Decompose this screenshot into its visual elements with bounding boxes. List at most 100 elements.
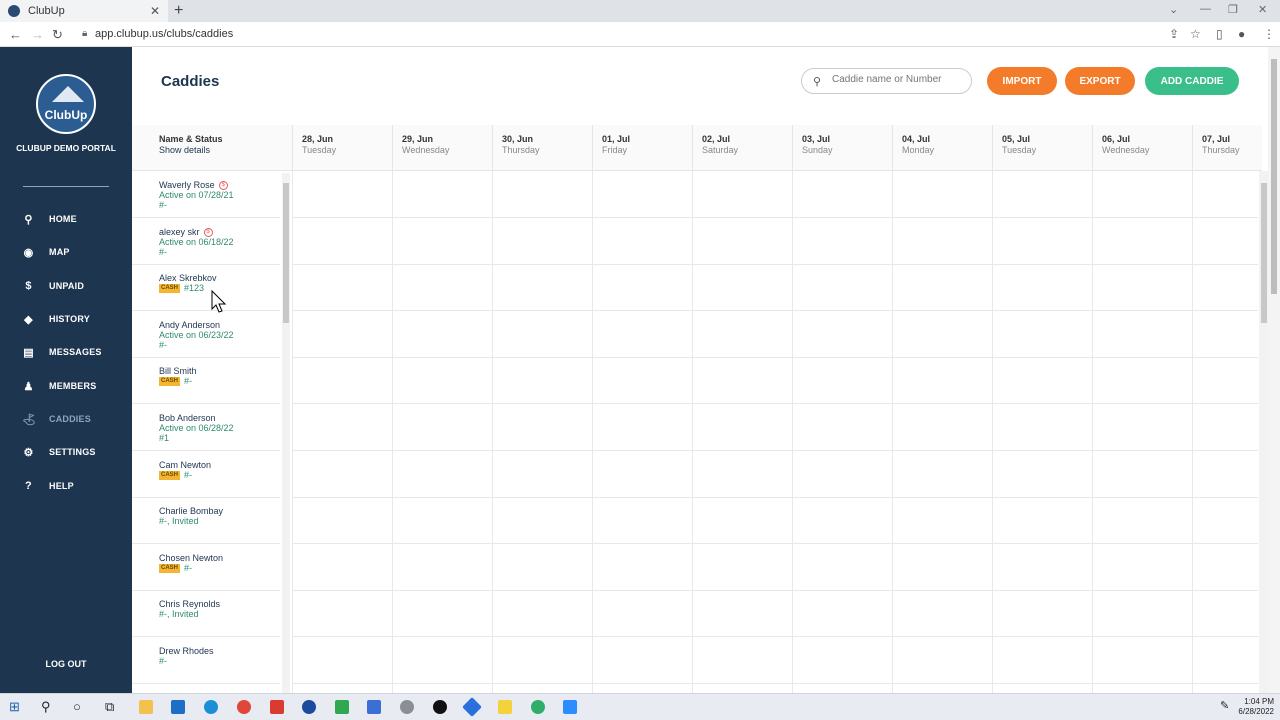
clubup-logo[interactable]: ClubUp [36, 74, 96, 134]
browser-tab[interactable]: ClubUp ✕ [0, 0, 168, 22]
search-icon: ⚲ [813, 76, 822, 88]
caddie-row[interactable]: Cam Newton CASH #- [159, 460, 279, 506]
sidebar-divider [23, 186, 109, 187]
sticky-notes-icon[interactable] [498, 700, 512, 714]
search-icon[interactable]: ⚲ [41, 699, 51, 715]
add-caddie-button[interactable]: ADD CADDIE [1145, 67, 1239, 95]
caddie-row[interactable]: Waverly Rose $ Active on 07/28/21 #- [159, 180, 279, 226]
new-tab-icon[interactable]: + [174, 2, 183, 20]
app-icon[interactable] [400, 700, 414, 714]
sidebar-item-label: HELP [49, 481, 74, 491]
search-box[interactable]: ⚲ [801, 68, 972, 94]
caddie-name[interactable]: Charlie Bombay [159, 506, 223, 516]
caddie-status: Active on 06/23/22 [159, 330, 234, 340]
caddie-number: #- [159, 200, 168, 210]
logout-button[interactable]: LOG OUT [0, 659, 132, 669]
caddie-row[interactable]: alexey skr $ Active on 06/18/22 #- [159, 227, 279, 273]
caddie-row[interactable]: Charlie Bombay #-, Invited [159, 506, 279, 552]
browser-tab-bar: ClubUp ✕ + ⌄ — ❐ ✕ [0, 0, 1280, 22]
jira-icon[interactable] [462, 697, 482, 717]
page-scrollbar[interactable] [1268, 47, 1280, 693]
caddie-name[interactable]: Bill Smith [159, 366, 197, 376]
scrollbar-thumb[interactable] [1261, 183, 1267, 323]
search-input[interactable] [832, 74, 964, 85]
profile-icon[interactable]: ● [1238, 27, 1245, 41]
caddie-name[interactable]: Waverly Rose [159, 180, 215, 190]
caddie-name[interactable]: Drew Rhodes [159, 646, 214, 656]
reload-icon[interactable]: ↻ [52, 27, 63, 43]
pen-icon[interactable]: ✎ [1220, 699, 1229, 712]
chevron-down-icon[interactable]: ⌄ [1169, 3, 1178, 16]
caddie-row[interactable]: Chris Reynolds #-, Invited [159, 599, 279, 645]
scrollbar-thumb[interactable] [283, 183, 289, 323]
sidebar-item-messages[interactable]: ▤ MESSAGES [22, 343, 102, 361]
sidebar-item-caddies[interactable]: ⛳︎ CADDIES [22, 410, 91, 428]
sidebar-item-settings[interactable]: ⚙ SETTINGS [22, 443, 96, 461]
caddie-name[interactable]: Bob Anderson [159, 413, 216, 423]
bookmark-star-icon[interactable]: ☆ [1190, 27, 1201, 41]
caddie-row[interactable]: Bill Smith CASH #- [159, 366, 279, 412]
mail-icon[interactable] [171, 700, 185, 714]
mouse-cursor-icon [211, 290, 227, 313]
sidebar-item-label: SETTINGS [49, 447, 96, 457]
tab-title: ClubUp [28, 5, 65, 17]
edge-icon[interactable] [204, 700, 218, 714]
zoom-icon[interactable] [563, 700, 577, 714]
google-drive-icon[interactable] [335, 700, 349, 714]
sidebar-item-help[interactable]: ? HELP [22, 477, 74, 495]
caddie-row[interactable]: Drew Rhodes #- [159, 646, 279, 692]
grid-line [892, 171, 893, 693]
caddie-name[interactable]: Cam Newton [159, 460, 211, 470]
sidebar-item-map[interactable]: ◉ MAP [22, 243, 70, 261]
app-icon[interactable] [302, 700, 316, 714]
sidebar-item-label: UNPAID [49, 281, 85, 291]
grid-line [292, 636, 1258, 637]
sidebar-item-unpaid[interactable]: $ UNPAID [22, 277, 84, 295]
caddie-name[interactable]: alexey skr [159, 227, 200, 237]
gmail-icon[interactable] [270, 700, 284, 714]
caddie-name[interactable]: Andy Anderson [159, 320, 220, 330]
scrollbar-thumb[interactable] [1271, 59, 1277, 294]
windows-start-icon[interactable]: ⊞ [9, 699, 20, 715]
sidebar: ClubUp CLUBUP DEMO PORTAL ⚲ HOME ◉ MAP $… [0, 47, 132, 693]
share-icon[interactable]: ⇪ [1169, 27, 1179, 41]
caddie-status: Active on 06/28/22 [159, 423, 234, 433]
caddie-name[interactable]: Alex Skrebkov [159, 273, 217, 283]
close-window-icon[interactable]: ✕ [1258, 3, 1267, 16]
day-header: 29, Jun Wednesday [392, 125, 492, 171]
restore-icon[interactable]: ❐ [1228, 3, 1238, 16]
caddie-row[interactable]: Bob Anderson Active on 06/28/22 #1 [159, 413, 279, 459]
system-clock[interactable]: 1:04 PM 6/28/2022 [1230, 697, 1274, 717]
task-view-icon[interactable]: ⧉ [105, 699, 114, 715]
menu-icon[interactable]: ⋮ [1263, 27, 1275, 41]
day-header: 06, Jul Wednesday [1092, 125, 1192, 171]
forward-icon[interactable]: → [31, 27, 44, 42]
message-icon: ▤ [23, 346, 34, 359]
sidebar-item-members[interactable]: ♟ MEMBERS [22, 377, 96, 395]
minimize-icon[interactable]: — [1200, 3, 1211, 15]
cortana-icon[interactable]: ○ [73, 699, 81, 714]
back-icon[interactable]: ← [9, 27, 22, 42]
app-icon[interactable] [433, 700, 447, 714]
url-field[interactable]: app.clubup.us/clubs/caddies [95, 28, 233, 40]
caddie-number: #123 [184, 283, 205, 293]
caddie-name[interactable]: Chosen Newton [159, 553, 223, 563]
caddie-row[interactable]: Chosen Newton CASH #- [159, 553, 279, 599]
app-icon[interactable] [531, 700, 545, 714]
close-tab-icon[interactable]: ✕ [150, 4, 160, 18]
name-list-scrollbar[interactable] [282, 173, 290, 693]
caddie-row[interactable]: Andy Anderson Active on 06/23/22 #- [159, 320, 279, 366]
day-date: 01, Jul [602, 134, 631, 144]
show-details-link[interactable]: Show details [159, 145, 210, 155]
sidebar-item-home[interactable]: ⚲ HOME [22, 210, 77, 228]
sidebar-item-history[interactable]: ◆ HISTORY [22, 310, 90, 328]
file-explorer-icon[interactable] [139, 700, 153, 714]
import-button[interactable]: IMPORT [987, 67, 1057, 95]
side-panel-icon[interactable]: ▯ [1216, 27, 1223, 41]
chrome-icon[interactable] [237, 700, 251, 714]
export-button[interactable]: EXPORT [1065, 67, 1135, 95]
schedule-grid[interactable] [292, 171, 1258, 693]
calendar-icon[interactable] [367, 700, 381, 714]
caddie-number: #- [159, 247, 168, 257]
caddie-name[interactable]: Chris Reynolds [159, 599, 220, 609]
